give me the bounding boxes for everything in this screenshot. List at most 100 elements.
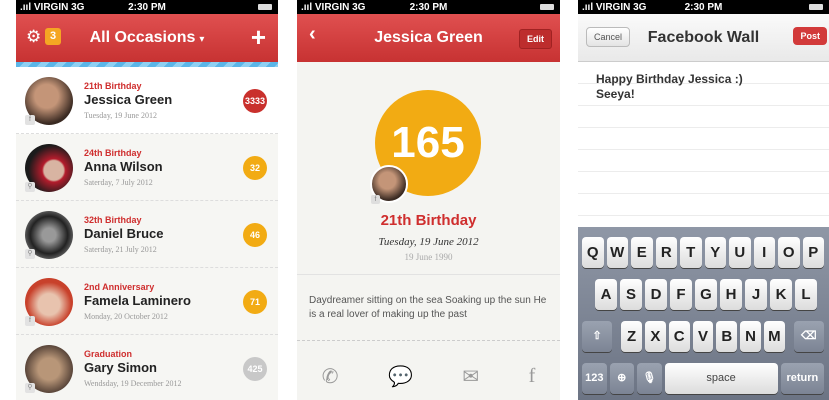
- days-count-badge: 3333: [243, 89, 267, 113]
- clock: 2:30 PM: [684, 1, 723, 13]
- keyboard-row: ASDFGHJKL: [582, 279, 827, 310]
- days-count-badge: 425: [243, 357, 267, 381]
- key-r[interactable]: R: [655, 237, 677, 268]
- contact-name: Gary Simon: [84, 360, 157, 375]
- birth-date: 19 June 1990: [404, 252, 453, 262]
- key-n[interactable]: N: [740, 321, 761, 352]
- key-g[interactable]: G: [695, 279, 717, 310]
- keyboard: QWERTYUIOP ASDFGHJKL ⇧ Z X C V B N M ⌫ 123 ⊕ 🎙 …: [578, 227, 829, 400]
- nav-bar: ⚙ 3 All Occasions ▾ +: [16, 14, 278, 62]
- message-icon[interactable]: 💬: [388, 364, 413, 389]
- occasion-label: 24th Birthday: [84, 148, 142, 158]
- list-item[interactable]: f 21th Birthday Jessica Green Tuesday, 1…: [16, 67, 278, 134]
- occasion-label: 21th Birthday: [84, 81, 142, 91]
- key-o[interactable]: O: [778, 237, 800, 268]
- facebook-icon: f: [25, 115, 35, 125]
- back-chevron-icon[interactable]: ‹: [309, 23, 316, 46]
- occasion-date: Saterday, 21 July 2012: [84, 245, 157, 254]
- cancel-button[interactable]: Cancel: [586, 27, 631, 47]
- space-key[interactable]: space: [664, 363, 778, 394]
- key-l[interactable]: L: [795, 279, 817, 310]
- key-h[interactable]: H: [720, 279, 742, 310]
- list-item[interactable]: ⚲ 32th Birthday Daniel Bruce Saterday, 2…: [16, 201, 278, 268]
- battery-icon: [258, 4, 272, 10]
- shift-icon[interactable]: ⇧: [582, 321, 613, 352]
- contact-name: Jessica Green: [84, 92, 173, 107]
- key-k[interactable]: K: [770, 279, 792, 310]
- nav-bar: ‹ Jessica Green Edit: [297, 14, 560, 62]
- occasion-label: 2nd Anniversary: [84, 282, 155, 292]
- contact-name: Famela Laminero: [84, 293, 191, 308]
- page-title: All Occasions: [89, 29, 196, 46]
- key-d[interactable]: D: [645, 279, 667, 310]
- occasion-date: Saterday, 7 July 2012: [84, 178, 153, 187]
- key-t[interactable]: T: [680, 237, 702, 268]
- contact-icon: ⚲: [25, 182, 35, 192]
- post-button[interactable]: Post: [793, 27, 827, 45]
- key-b[interactable]: B: [716, 321, 738, 352]
- key-c[interactable]: C: [668, 321, 690, 352]
- status-bar: .ııl VIRGIN 3G 2:30 PM: [297, 0, 560, 14]
- key-u[interactable]: U: [729, 237, 751, 268]
- occasion-label: 32th Birthday: [84, 215, 142, 225]
- mail-icon[interactable]: ✉: [462, 364, 479, 389]
- add-button[interactable]: +: [251, 22, 266, 53]
- divider: [297, 340, 560, 341]
- action-bar: ✆ 💬 ✉ f: [297, 352, 560, 400]
- facebook-icon: f: [25, 316, 35, 326]
- chevron-down-icon: ▾: [199, 34, 205, 45]
- occasion-date: Tuesday, 19 June 2012: [84, 111, 157, 120]
- key-v[interactable]: V: [692, 321, 714, 352]
- nav-bar: Cancel Facebook Wall Post: [578, 14, 829, 62]
- list-item[interactable]: ⚲ 24th Birthday Anna Wilson Saterday, 7 …: [16, 134, 278, 201]
- key-e[interactable]: E: [631, 237, 653, 268]
- edit-button[interactable]: Edit: [519, 29, 552, 49]
- return-key[interactable]: return: [780, 363, 825, 394]
- phone-icon[interactable]: ✆: [322, 364, 339, 389]
- divider: [297, 274, 560, 275]
- key-j[interactable]: J: [745, 279, 767, 310]
- key-y[interactable]: Y: [704, 237, 726, 268]
- occasion-date: Wendsday, 19 December 2012: [84, 379, 182, 388]
- days-count-badge: 46: [243, 223, 267, 247]
- clock: 2:30 PM: [128, 1, 166, 13]
- list-item[interactable]: f 2nd Anniversary Famela Laminero Monday…: [16, 268, 278, 335]
- key-z[interactable]: Z: [621, 321, 643, 352]
- key-a[interactable]: A: [595, 279, 617, 310]
- facebook-icon: f: [371, 195, 380, 204]
- occasions-list-screen: .ııl VIRGIN 3G 2:30 PM ⚙ 3 All Occasions…: [16, 0, 278, 400]
- key-q[interactable]: Q: [582, 237, 604, 268]
- facebook-icon[interactable]: f: [529, 365, 536, 388]
- contact-bio: Daydreamer sitting on the sea Soaking up…: [309, 295, 547, 320]
- globe-icon[interactable]: ⊕: [609, 363, 635, 394]
- page-title: Jessica Green: [374, 29, 483, 46]
- key-w[interactable]: W: [606, 237, 628, 268]
- days-count-badge: 71: [243, 290, 267, 314]
- contact-icon: ⚲: [25, 383, 35, 393]
- keyboard-row: 123 ⊕ 🎙 space return: [582, 363, 827, 394]
- key-x[interactable]: X: [645, 321, 666, 352]
- message-textarea[interactable]: Happy Birthday Jessica :) Seeya!: [578, 62, 829, 227]
- key-f[interactable]: F: [670, 279, 692, 310]
- mic-icon[interactable]: 🎙: [637, 363, 662, 394]
- status-bar: .ııl VIRGIN 3G 2:30 PM: [578, 0, 829, 14]
- list-item[interactable]: ⚲ Graduation Gary Simon Wendsday, 19 Dec…: [16, 335, 278, 400]
- facebook-compose-screen: .ııl VIRGIN 3G 2:30 PM Cancel Facebook W…: [578, 0, 829, 400]
- keyboard-row: ⇧ Z X C V B N M ⌫: [582, 321, 827, 352]
- key-p[interactable]: P: [802, 237, 824, 268]
- occasion-date: Monday, 20 October 2012: [84, 312, 168, 321]
- numbers-key[interactable]: 123: [582, 363, 607, 394]
- contact-icon: ⚲: [25, 249, 35, 259]
- occasion-date: Tuesday, 19 June 2012: [378, 236, 479, 248]
- key-s[interactable]: S: [620, 279, 642, 310]
- occasion-detail-screen: .ııl VIRGIN 3G 2:30 PM ‹ Jessica Green E…: [297, 0, 560, 400]
- delete-icon[interactable]: ⌫: [793, 321, 824, 352]
- clock: 2:30 PM: [409, 1, 448, 13]
- battery-icon: [540, 4, 554, 10]
- occasion-filter-dropdown[interactable]: All Occasions ▾: [90, 29, 205, 47]
- keyboard-row: QWERTYUIOP: [582, 237, 827, 268]
- key-m[interactable]: M: [763, 321, 785, 352]
- key-i[interactable]: I: [753, 237, 775, 268]
- contact-name: Anna Wilson: [84, 159, 163, 174]
- gear-icon[interactable]: ⚙: [26, 27, 41, 47]
